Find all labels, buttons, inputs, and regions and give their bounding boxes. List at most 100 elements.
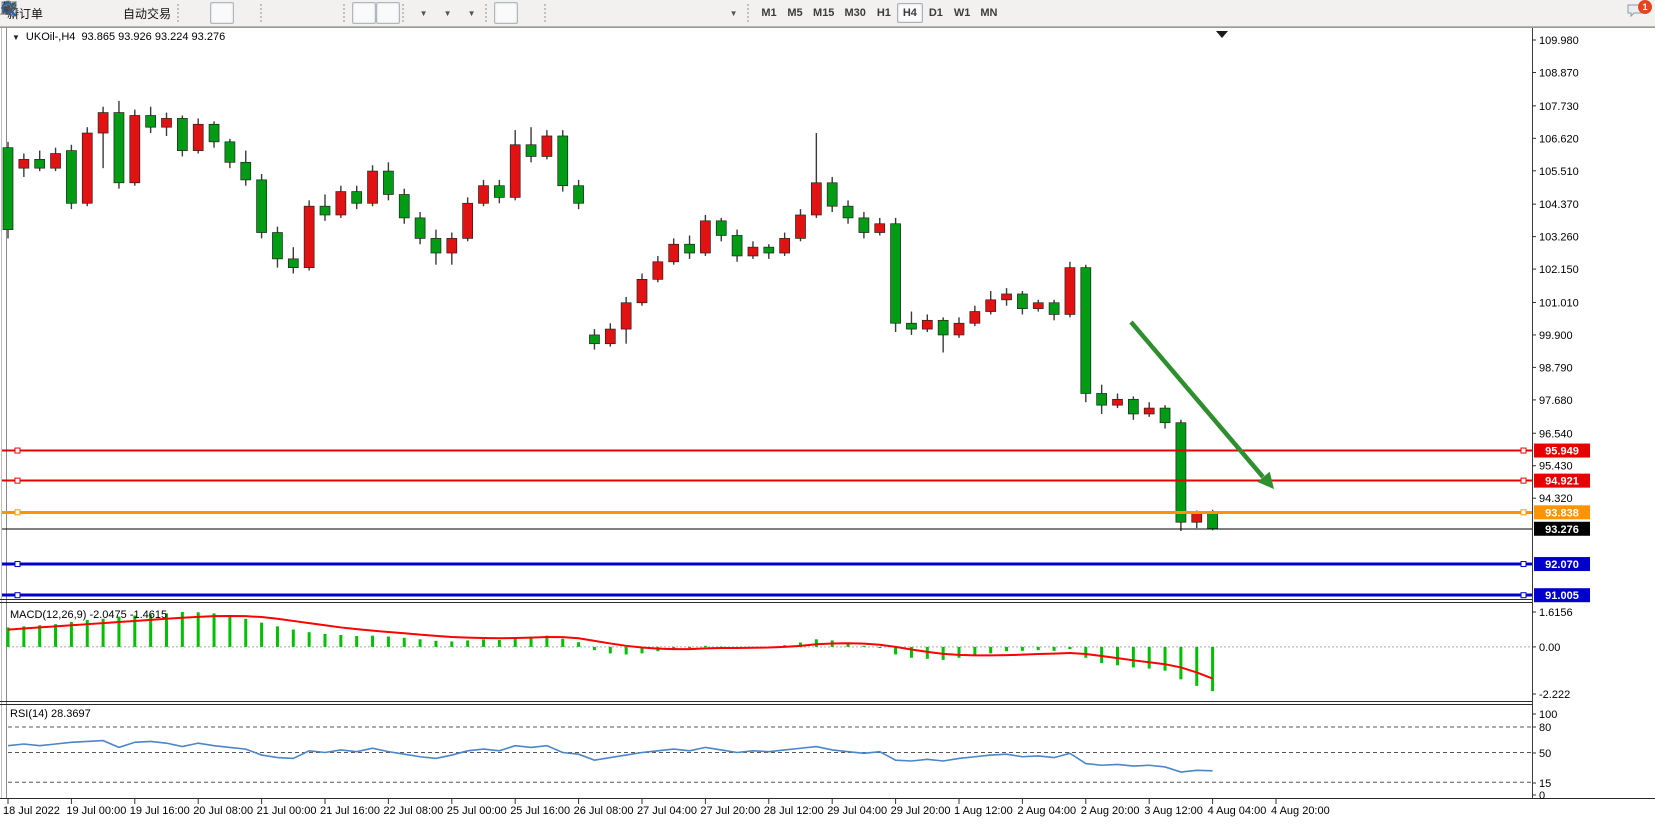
svg-text:93.838: 93.838 (1545, 507, 1579, 519)
gold-history-icon[interactable] (47, 2, 71, 24)
svg-text:25 Jul 00:00: 25 Jul 00:00 (447, 805, 507, 817)
dropdown-caret-icon: ▼ (444, 9, 452, 18)
search-button[interactable] (1596, 2, 1620, 24)
auto-scroll-button[interactable] (352, 2, 376, 24)
horizontal-line-94.921[interactable]: 94.921 (2, 474, 1590, 488)
svg-text:3 Aug 12:00: 3 Aug 12:00 (1144, 805, 1203, 817)
ohlc-values: 93.865 93.926 93.224 93.276 (81, 31, 225, 43)
toolbar-grip (260, 4, 267, 22)
horizontal-line-92.070[interactable]: 92.070 (2, 557, 1590, 571)
bar-chart-mode-button[interactable] (186, 2, 210, 24)
fibonacci-tool-button[interactable]: F (649, 2, 673, 24)
horizontal-line-91.005[interactable]: 91.005 (2, 588, 1590, 602)
toolbar-grip (402, 4, 409, 22)
arrows-tool-button[interactable]: ▼ (721, 2, 745, 24)
horizontal-line-95.949[interactable]: 95.949 (2, 444, 1590, 458)
svg-text:21 Jul 16:00: 21 Jul 16:00 (320, 805, 380, 817)
rsi-indicator-label: RSI(14) 28.3697 (10, 708, 91, 720)
svg-text:97.680: 97.680 (1539, 395, 1573, 407)
svg-text:2 Aug 04:00: 2 Aug 04:00 (1017, 805, 1076, 817)
svg-text:27 Jul 04:00: 27 Jul 04:00 (637, 805, 697, 817)
text-tool-button[interactable]: A (673, 2, 697, 24)
rsi-panel: 10080 50 150 (8, 709, 1557, 802)
crosshair-tool-button[interactable] (518, 2, 542, 24)
notifications-button[interactable]: 1 (1626, 2, 1648, 24)
svg-text:94.320: 94.320 (1539, 493, 1573, 505)
svg-text:2 Aug 20:00: 2 Aug 20:00 (1081, 805, 1140, 817)
mt4-application-window: 新订单 自动交易 (0, 0, 1655, 824)
svg-text:1.6156: 1.6156 (1539, 607, 1573, 619)
svg-text:18 Jul 2022: 18 Jul 2022 (3, 805, 60, 817)
svg-text:28 Jul 12:00: 28 Jul 12:00 (764, 805, 824, 817)
equidistant-channel-tool-button[interactable]: E (625, 2, 649, 24)
templates-button[interactable]: ▼ (459, 2, 483, 24)
svg-text:-2.222: -2.222 (1539, 689, 1570, 701)
svg-text:98.790: 98.790 (1539, 362, 1573, 374)
svg-text:15: 15 (1539, 778, 1551, 790)
chart-canvas[interactable]: 95.949 94.921 93.838 93.276 92.070 91.005 109.… (0, 0, 1655, 824)
search-icon (0, 0, 18, 18)
svg-text:80: 80 (1539, 722, 1551, 734)
svg-text:22 Jul 08:00: 22 Jul 08:00 (383, 805, 443, 817)
price-axis[interactable]: 109.980108.870107.730106.620105.510104.3… (1532, 35, 1579, 505)
timeframe-button-H4[interactable]: H4 (897, 3, 923, 23)
zoom-out-button[interactable] (293, 2, 317, 24)
svg-text:95.949: 95.949 (1545, 446, 1579, 458)
svg-text:0: 0 (1539, 790, 1545, 802)
svg-text:21 Jul 00:00: 21 Jul 00:00 (257, 805, 317, 817)
rsi-line (8, 741, 1213, 772)
candlestick-mode-button[interactable] (210, 2, 234, 24)
svg-text:50: 50 (1539, 748, 1551, 760)
macd-panel: 1.6156 0.00 -2.222 (8, 607, 1573, 701)
trend-arrow[interactable] (1131, 322, 1274, 489)
svg-text:100: 100 (1539, 709, 1557, 721)
svg-text:94.921: 94.921 (1545, 476, 1579, 488)
timeframe-button-H1[interactable]: H1 (871, 3, 897, 23)
candlestick-series (3, 101, 1218, 531)
timeframe-button-MN[interactable]: MN (975, 3, 1002, 23)
svg-text:25 Jul 16:00: 25 Jul 16:00 (510, 805, 570, 817)
dropdown-caret-icon: ▼ (420, 9, 428, 18)
chart-legend: ▼ UKOil-,H4 93.865 93.926 93.224 93.276 (12, 31, 225, 43)
autotrading-button[interactable]: 自动交易 (119, 2, 175, 24)
timeframe-button-M15[interactable]: M15 (808, 3, 839, 23)
svg-text:107.730: 107.730 (1539, 101, 1579, 113)
chart-shift-marker[interactable] (1216, 31, 1228, 38)
cursor-tool-button[interactable] (494, 2, 518, 24)
indicators-button[interactable]: ▼ (411, 2, 435, 24)
periods-button[interactable]: ▼ (435, 2, 459, 24)
svg-text:4 Aug 20:00: 4 Aug 20:00 (1271, 805, 1330, 817)
timeframe-toolbar: M1M5M15M30H1H4D1W1MN (756, 0, 1002, 27)
timeframe-button-W1[interactable]: W1 (949, 3, 976, 23)
trendline-tool-button[interactable] (601, 2, 625, 24)
svg-text:1 Aug 12:00: 1 Aug 12:00 (954, 805, 1013, 817)
svg-text:92.070: 92.070 (1545, 559, 1579, 571)
svg-text:95.430: 95.430 (1539, 461, 1573, 473)
tile-windows-button[interactable] (317, 2, 341, 24)
toolbar-grip (747, 4, 754, 22)
timeframe-button-M5[interactable]: M5 (782, 3, 808, 23)
signals-icon[interactable] (95, 2, 119, 24)
svg-text:105.510: 105.510 (1539, 166, 1579, 178)
time-axis[interactable]: 18 Jul 202219 Jul 00:0019 Jul 16:0020 Ju… (3, 799, 1330, 817)
timeframe-button-D1[interactable]: D1 (923, 3, 949, 23)
timeframe-button-M30[interactable]: M30 (839, 3, 870, 23)
timeframe-button-M1[interactable]: M1 (756, 3, 782, 23)
svg-text:20 Jul 08:00: 20 Jul 08:00 (193, 805, 253, 817)
horizontal-line-93.276[interactable]: 93.276 (2, 522, 1590, 536)
horizontal-line-tool-button[interactable] (577, 2, 601, 24)
chart-shift-button[interactable] (376, 2, 400, 24)
vertical-line-tool-button[interactable] (553, 2, 577, 24)
svg-text:0.00: 0.00 (1539, 642, 1560, 654)
line-chart-mode-button[interactable] (234, 2, 258, 24)
svg-text:93.276: 93.276 (1545, 524, 1579, 536)
notification-badge: 1 (1638, 0, 1652, 14)
svg-text:19 Jul 16:00: 19 Jul 16:00 (130, 805, 190, 817)
text-label-tool-button[interactable]: T (697, 2, 721, 24)
horizontal-line-93.838[interactable]: 93.838 (2, 505, 1590, 519)
svg-text:27 Jul 20:00: 27 Jul 20:00 (700, 805, 760, 817)
svg-text:99.900: 99.900 (1539, 330, 1573, 342)
dropdown-caret-icon: ▼ (468, 9, 476, 18)
market-watch-icon[interactable] (71, 2, 95, 24)
zoom-in-button[interactable] (269, 2, 293, 24)
